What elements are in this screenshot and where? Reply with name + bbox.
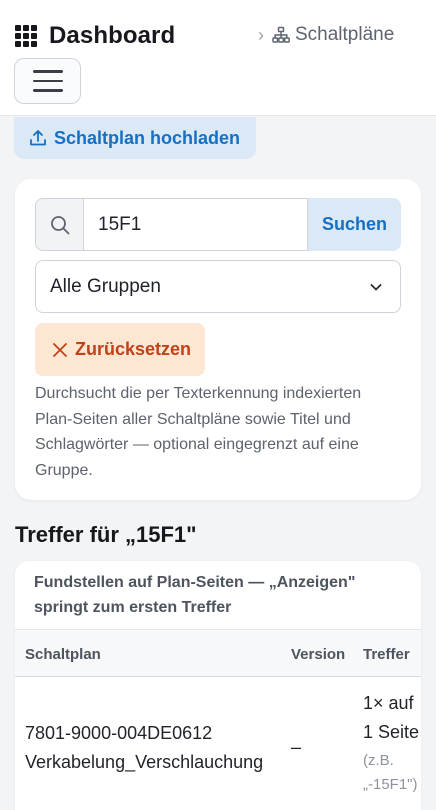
close-icon (53, 342, 67, 357)
hamburger-icon (32, 70, 63, 73)
search-card: Suchen Alle Gruppen Zurücksetzen Durchsu… (15, 179, 421, 500)
top-navbar: Dashboard › Schaltpläne (0, 0, 436, 116)
results-card: Fundstellen auf Plan-Seiten — „Anzeigen"… (15, 561, 421, 810)
results-caption: Fundstellen auf Plan-Seiten — „Anzeigen"… (34, 574, 356, 616)
cell-version: – (291, 737, 302, 757)
breadcrumb[interactable]: › Schaltpläne (258, 24, 394, 46)
results-heading: Treffer für „15F1" (15, 522, 197, 547)
search-icon (50, 215, 69, 234)
cell-hits: 1× auf 1 Seite (z.B. „-15F1") (363, 693, 420, 793)
grid-icon (15, 25, 37, 47)
reset-button[interactable]: Zurücksetzen (35, 323, 205, 376)
search-icon-addon (35, 198, 83, 251)
brand-link[interactable]: Dashboard (15, 22, 175, 50)
upload-plan-button[interactable]: Schaltplan hochladen (14, 117, 256, 159)
sitemap-icon (272, 26, 290, 43)
reset-label: Zurücksetzen (75, 339, 192, 359)
chevron-right-icon: › (258, 24, 264, 45)
chevron-down-icon (370, 283, 382, 290)
column-header-hits: Treffer (363, 646, 410, 663)
breadcrumb-current: Schaltpläne (295, 24, 395, 45)
menu-toggle-button[interactable] (14, 58, 81, 104)
upload-icon (30, 130, 46, 146)
search-button[interactable]: Suchen (308, 198, 401, 251)
upload-label: Schaltplan hochladen (54, 127, 241, 148)
group-select[interactable]: Alle Gruppen (35, 260, 401, 313)
search-help-text: Durchsucht die per Texterkennung indexie… (35, 385, 362, 479)
table-header: Schaltplan Version Treffer (15, 630, 421, 677)
column-header-version: Version (291, 646, 346, 663)
search-bar: Suchen (35, 198, 401, 251)
group-select-value: Alle Gruppen (50, 275, 161, 297)
cell-plan[interactable]: 7801-9000-004DE0612 Verkabelung_Verschla… (25, 719, 263, 777)
brand-title: Dashboard (49, 22, 176, 49)
column-header-plan: Schaltplan (25, 646, 101, 663)
search-input[interactable] (83, 198, 308, 251)
